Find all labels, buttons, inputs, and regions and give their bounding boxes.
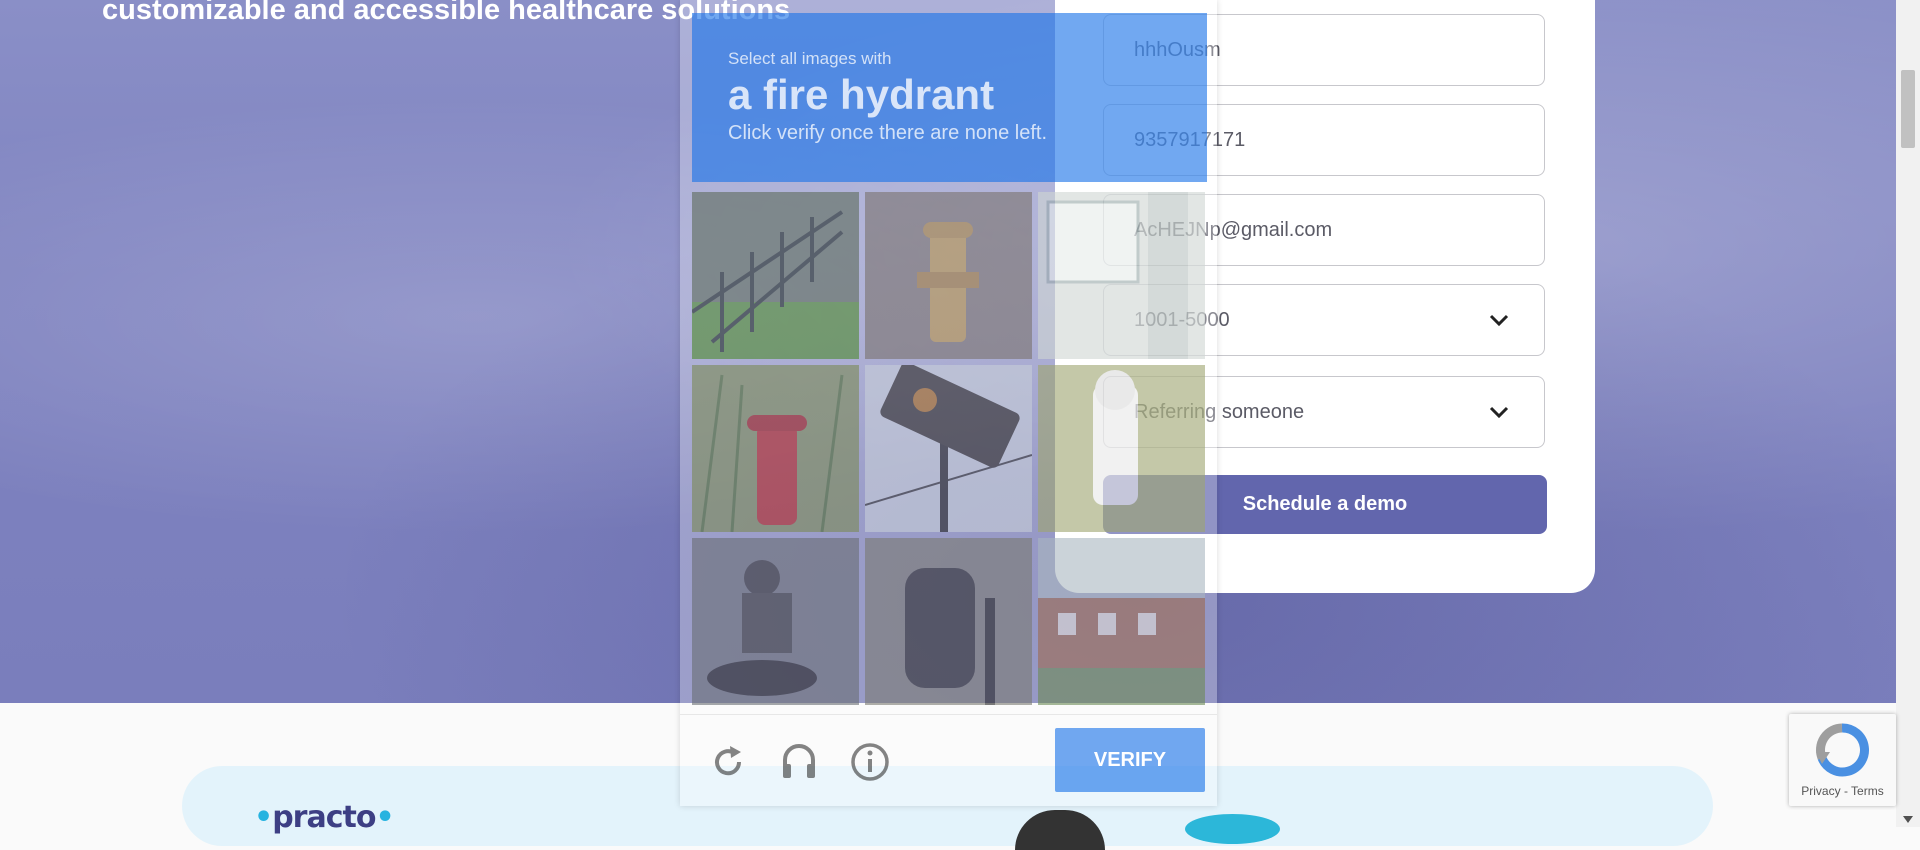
captcha-tile[interactable]: [865, 192, 1032, 359]
captcha-tile[interactable]: [692, 365, 859, 532]
captcha-tile[interactable]: [1038, 192, 1205, 359]
verify-button[interactable]: VERIFY: [1055, 728, 1205, 792]
captcha-tile[interactable]: [865, 365, 1032, 532]
captcha-tile[interactable]: [1038, 538, 1205, 705]
captcha-header: Select all images with a fire hydrant Cl…: [692, 13, 1207, 182]
captcha-challenge: Select all images with a fire hydrant Cl…: [680, 0, 1217, 806]
practo-logo: •practo•: [254, 800, 395, 835]
illustration-shape: [1185, 814, 1280, 844]
captcha-tile[interactable]: [692, 538, 859, 705]
recaptcha-links[interactable]: Privacy - Terms: [1789, 784, 1896, 798]
info-icon[interactable]: [850, 742, 890, 782]
recaptcha-badge[interactable]: Privacy - Terms: [1789, 714, 1896, 806]
captcha-target: a fire hydrant: [728, 71, 995, 118]
chevron-down-icon: [1489, 406, 1509, 419]
captcha-tile[interactable]: [1038, 365, 1205, 532]
captcha-tile[interactable]: [692, 192, 859, 359]
practo-logo-text: practo: [272, 800, 376, 835]
recaptcha-logo-icon: [1816, 723, 1869, 777]
audio-icon[interactable]: [779, 742, 819, 782]
scroll-down-arrow-icon[interactable]: [1903, 816, 1913, 823]
page-scrollbar[interactable]: [1896, 0, 1920, 827]
chevron-down-icon: [1489, 314, 1509, 327]
captcha-hint: Click verify once there are none left.: [728, 122, 1048, 144]
reload-icon[interactable]: [708, 742, 748, 782]
captcha-footer: VERIFY: [680, 714, 1217, 807]
scrollbar-thumb[interactable]: [1901, 70, 1915, 148]
captcha-instruction: Select all images with: [728, 49, 892, 68]
captcha-tile[interactable]: [865, 538, 1032, 705]
